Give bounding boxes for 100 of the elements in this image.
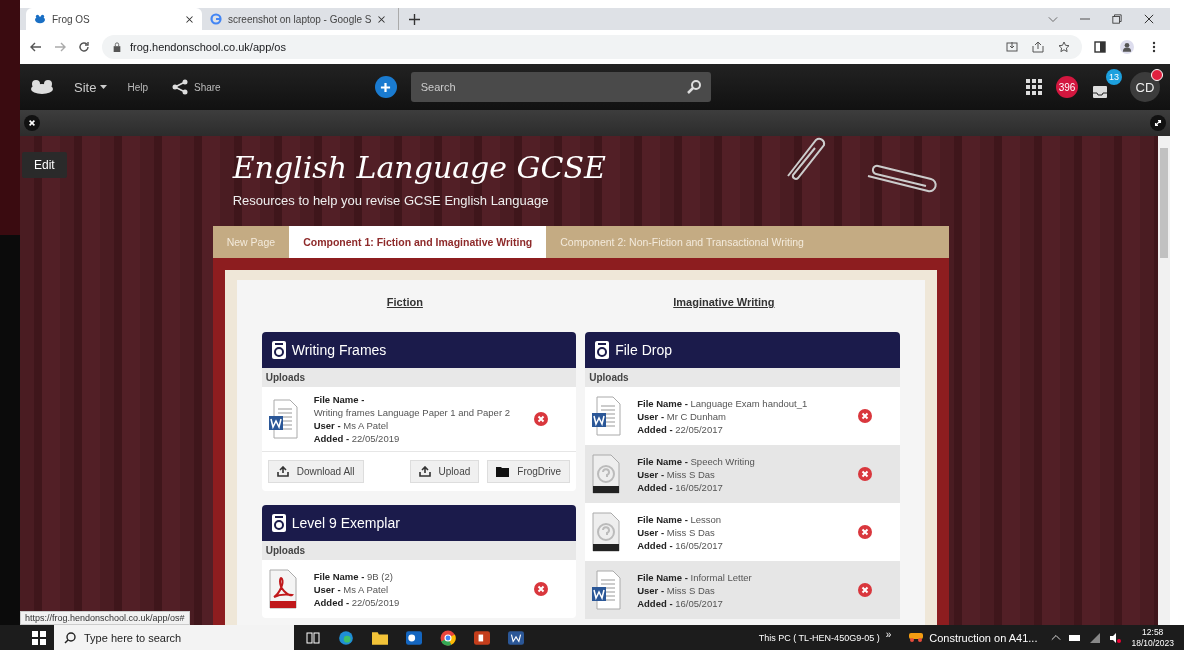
word-document-icon: [267, 399, 298, 439]
expand-button[interactable]: [1150, 115, 1166, 131]
windows-start-icon[interactable]: [32, 630, 46, 645]
help-link[interactable]: Help: [127, 81, 148, 93]
file-detail: User - Mr C Dunham: [637, 410, 727, 422]
unknown-file-icon: [591, 454, 622, 494]
folder-icon: [496, 466, 510, 477]
frog-icon: [34, 14, 46, 24]
browser-tab[interactable]: screenshot on laptop - Google S: [202, 8, 395, 30]
restore-icon[interactable]: [1112, 14, 1122, 24]
file-detail: Added - 16/05/2017: [637, 539, 724, 551]
presentation-app-icon[interactable]: [474, 629, 490, 646]
unknown-file-icon: [591, 512, 622, 552]
car-icon: [909, 633, 924, 642]
profile-icon[interactable]: [1120, 40, 1134, 54]
volume-icon[interactable]: [1109, 631, 1122, 644]
file-row[interactable]: File Name - 9B (2) User - Ms A Patel Added - 22/05/2019: [261, 560, 577, 618]
scrollbar-thumb[interactable]: [1160, 148, 1168, 258]
chrome-icon[interactable]: [440, 629, 456, 646]
site-menu[interactable]: Site: [68, 78, 114, 96]
file-detail: User - Miss S Das: [637, 526, 716, 538]
file-detail: Added - 22/05/2019: [313, 433, 401, 444]
section-link[interactable]: Fiction: [386, 296, 423, 308]
widget-title: File Drop: [615, 342, 672, 358]
pdf-file-icon: [267, 569, 298, 609]
file-detail: Added - 16/05/2017: [637, 597, 724, 609]
taskbar-clock[interactable]: 12:58 18/10/2023: [1131, 627, 1174, 648]
expand-icon: [1154, 119, 1162, 127]
frog-logo-icon[interactable]: [30, 79, 54, 95]
delete-icon[interactable]: [534, 412, 549, 426]
overflow-chevron[interactable]: »: [885, 629, 892, 640]
page-tab[interactable]: Component 1: Fiction and Imaginative Writing: [289, 226, 547, 258]
reload-icon[interactable]: [78, 41, 90, 53]
file-detail: File Name - Lesson: [637, 513, 723, 525]
chevron-up-icon[interactable]: [1051, 632, 1062, 643]
inbox-icon[interactable]: [1092, 83, 1108, 99]
plus-icon[interactable]: [409, 13, 421, 25]
browser-icon[interactable]: [338, 629, 354, 646]
file-detail: User - Miss S Das: [637, 468, 716, 480]
share-icon: [172, 79, 188, 95]
close-button[interactable]: [24, 115, 40, 131]
close-icon[interactable]: [1144, 14, 1154, 24]
browser-tab[interactable]: Frog OS: [26, 8, 202, 30]
file-row[interactable]: File Name - Language Exam handout_1 User - Mr C Dunham Added - 22/05/2017: [585, 387, 900, 445]
delete-icon[interactable]: [857, 583, 872, 597]
widget-button[interactable]: Download All: [267, 460, 364, 483]
search-field[interactable]: Search: [410, 72, 711, 102]
side-panel-icon[interactable]: [1094, 41, 1106, 53]
file-detail: User - Miss S Das: [637, 584, 716, 596]
page-subtitle: Resources to help you revise GCSE English Language: [232, 193, 550, 208]
share-icon[interactable]: [1032, 41, 1044, 53]
google-icon: [210, 13, 222, 25]
file-detail: File Name - Language Exam handout_1: [637, 397, 809, 409]
file-detail: Added - 22/05/2019: [313, 596, 401, 608]
widget-title: Level 9 Exemplar: [291, 515, 400, 531]
delete-icon[interactable]: [857, 525, 872, 539]
share-button[interactable]: Share: [172, 79, 221, 95]
address-bar[interactable]: frog.hendonschool.co.uk/app/os: [102, 35, 1082, 59]
close-icon[interactable]: [185, 14, 194, 24]
file-detail: File Name - 9B (2): [313, 570, 394, 582]
notification-badge[interactable]: 396: [1056, 76, 1078, 98]
word-app-icon[interactable]: [508, 629, 524, 646]
word-document-icon: [591, 570, 622, 610]
task-view-icon[interactable]: [306, 630, 320, 645]
wifi-icon[interactable]: [1089, 631, 1102, 644]
inbox-count-badge: 13: [1106, 69, 1122, 85]
section-link[interactable]: Imaginative Writing: [673, 296, 775, 308]
folder-icon[interactable]: [372, 629, 388, 646]
traffic-notification[interactable]: Construction on A41...: [909, 631, 1038, 644]
section-header: Uploads: [261, 541, 577, 560]
upload-tray-icon: [276, 466, 289, 477]
delete-icon[interactable]: [857, 409, 872, 423]
back-icon[interactable]: [30, 41, 42, 53]
install-icon[interactable]: [1006, 41, 1018, 53]
lock-icon: [112, 42, 122, 52]
add-button[interactable]: [374, 76, 397, 98]
file-detail: File Name -: [313, 394, 366, 405]
close-icon: [28, 119, 36, 127]
delete-icon[interactable]: [857, 467, 872, 481]
file-row[interactable]: File Name - Speech Writing User - Miss S Das Added - 16/05/2017: [585, 445, 900, 503]
file-detail: Added - 22/05/2017: [637, 423, 724, 435]
taskbar-search-field[interactable]: Type here to search: [54, 625, 294, 650]
status-url: https://frog.hendonschool.co.uk/app/os#: [20, 611, 190, 625]
widget-button[interactable]: FrogDrive: [487, 460, 571, 483]
star-icon[interactable]: [1058, 41, 1070, 53]
edit-button[interactable]: Edit: [22, 152, 67, 178]
search-icon[interactable]: [686, 80, 701, 94]
word-document-icon: [591, 396, 622, 436]
apps-grid-icon[interactable]: [1026, 79, 1042, 95]
close-icon[interactable]: [377, 14, 387, 24]
search-icon: [64, 632, 76, 644]
file-row[interactable]: File Name - Lesson User - Miss S Das Added - 16/05/2017: [585, 503, 900, 561]
widget-button[interactable]: Upload: [409, 460, 480, 483]
file-row[interactable]: File Name - Informal Letter User - Miss S Das Added - 16/05/2017: [585, 561, 900, 619]
section-header: Uploads: [261, 368, 577, 387]
delete-icon[interactable]: [534, 582, 549, 596]
mail-app-icon[interactable]: [406, 629, 422, 646]
user-avatar[interactable]: CD: [1130, 72, 1160, 102]
file-row[interactable]: File Name - Writing frames Language Paper 1 and Paper 2 User - Ms A Patel Added - 22/05/2019: [261, 387, 577, 451]
file-detail: User - Ms A Patel: [313, 583, 390, 595]
